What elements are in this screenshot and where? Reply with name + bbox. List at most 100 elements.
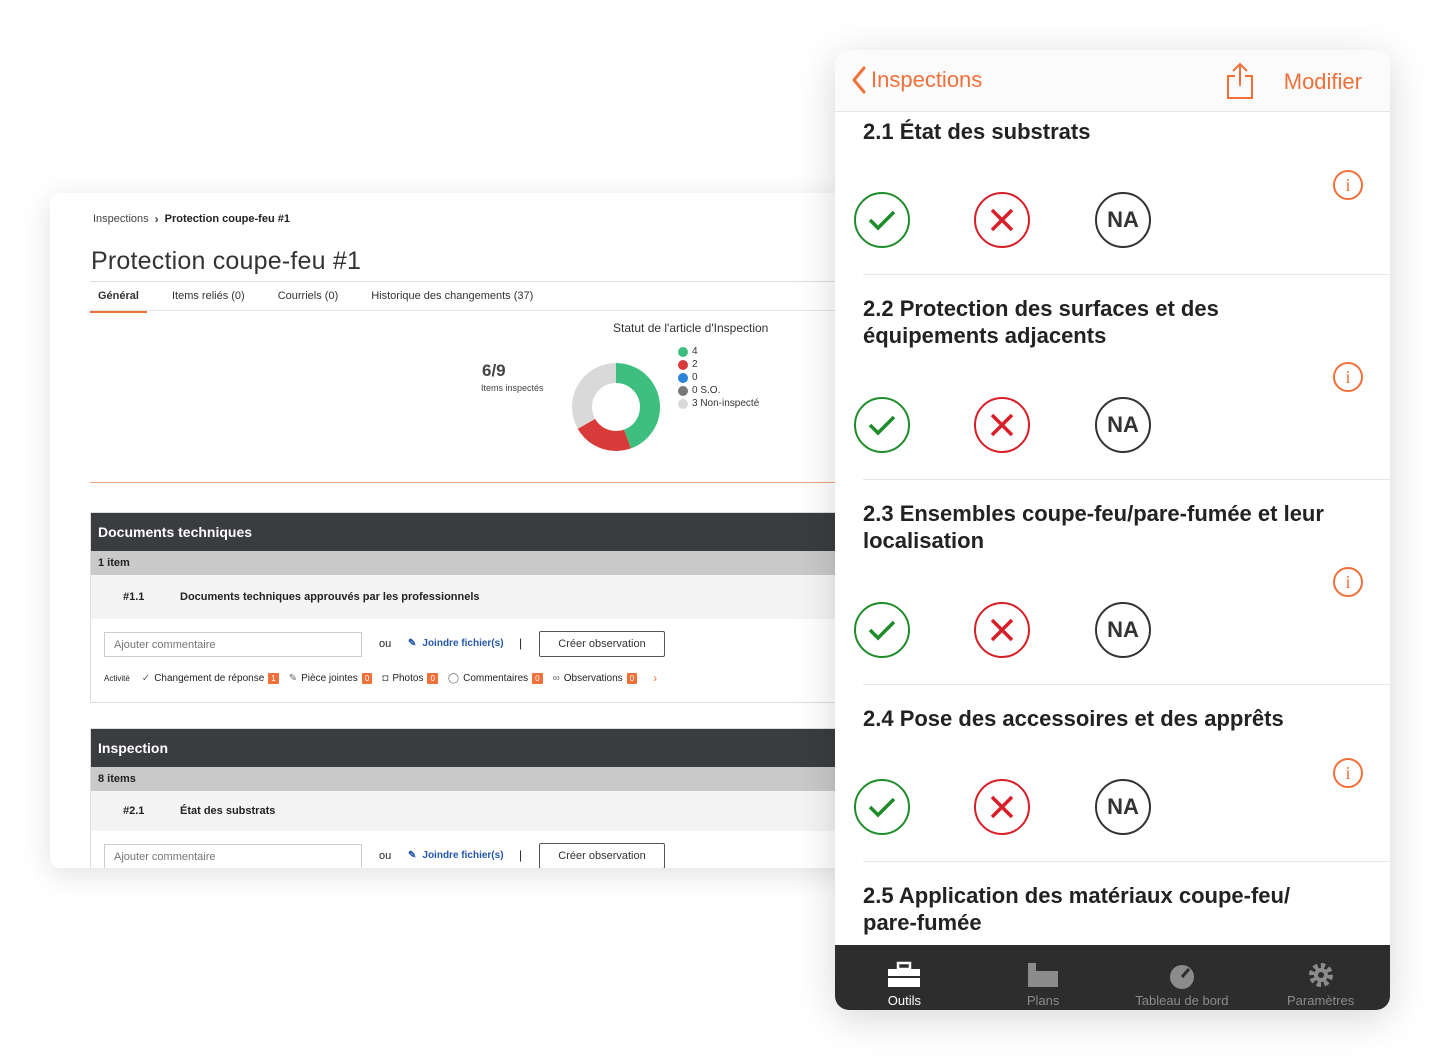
answer-no-button[interactable]	[974, 602, 1030, 658]
answer-yes-button[interactable]	[854, 779, 910, 835]
comment-input[interactable]	[104, 844, 362, 868]
info-icon[interactable]: i	[1333, 362, 1363, 392]
attach-files-link[interactable]: ✎ Joindre fichier(s)	[408, 638, 504, 649]
answer-yes-button[interactable]	[854, 192, 910, 248]
question-title: 2.5 Application des matériaux coupe-feu/…	[863, 883, 1291, 935]
inspected-ratio-label: Items inspectés	[481, 383, 544, 393]
tab-label: Tableau de bord	[1135, 993, 1229, 1008]
activity-item-label: Changement de réponse	[154, 672, 265, 684]
or-label: ou	[379, 638, 392, 650]
question-title: 2.4 Pose des accessoires et des apprêts	[863, 706, 1284, 731]
attach-files-label: Joindre fichier(s)	[422, 850, 504, 861]
separator: |	[519, 636, 523, 650]
answer-no-button[interactable]	[974, 779, 1030, 835]
item-row: #1.1 Documents techniques approuvés par …	[91, 575, 850, 619]
divider	[863, 861, 1390, 862]
cross-icon	[990, 208, 1014, 232]
share-icon[interactable]	[1225, 62, 1255, 100]
tab-label: Outils	[887, 993, 921, 1008]
breadcrumb: Inspections › Protection coupe-feu #1	[93, 212, 290, 226]
divider	[863, 684, 1390, 685]
chevron-right-icon[interactable]: ›	[653, 671, 657, 685]
legend-swatch	[678, 372, 688, 383]
edit-button[interactable]: Modifier	[1284, 69, 1362, 95]
activity-item-label: Commentaires	[463, 672, 529, 684]
activity-attachments[interactable]: ✎ Pièce jointes 0	[288, 672, 373, 684]
or-label: ou	[379, 850, 392, 862]
answer-na-button[interactable]: NA	[1095, 602, 1151, 658]
legend-item: 3 Non-inspecté	[678, 397, 759, 410]
checkmark-icon	[868, 620, 896, 641]
breadcrumb-separator-icon: ›	[154, 212, 159, 226]
breadcrumb-link-inspections[interactable]: Inspections	[93, 213, 149, 225]
divider	[90, 310, 850, 311]
info-icon[interactable]: i	[1333, 170, 1363, 200]
info-icon[interactable]: i	[1333, 567, 1363, 597]
tab-settings[interactable]: Paramètres	[1251, 945, 1390, 1010]
paperclip-icon: ✎	[408, 638, 417, 649]
page-title: Protection coupe-feu #1	[91, 247, 362, 275]
paperclip-icon: ✎	[288, 672, 298, 684]
activity-bar: Activité ✓ Changement de réponse 1 ✎ Pièce …	[104, 671, 657, 685]
item-actions: ou ✎ Joindre fichier(s) | Créer observati…	[91, 831, 850, 868]
checkmark-icon	[868, 415, 896, 436]
bottom-tab-bar: Outils Plans Tableau de bord Paramètres	[835, 945, 1390, 1010]
binoculars-icon: ∞	[552, 672, 560, 684]
activity-item-label: Observations	[563, 672, 623, 684]
create-observation-button[interactable]: Créer observation	[539, 843, 665, 868]
legend-swatch	[678, 398, 688, 409]
activity-item-label: Pièce jointes	[301, 672, 358, 684]
tab-plans[interactable]: Plans	[974, 945, 1113, 1010]
section-header[interactable]: Inspection	[91, 729, 850, 767]
legend-label: 3 Non-inspecté	[692, 398, 760, 409]
divider	[863, 274, 1390, 275]
activity-item-label: Photos	[392, 672, 424, 684]
tab-dashboard[interactable]: Tableau de bord	[1113, 945, 1252, 1010]
desktop-window: Inspections › Protection coupe-feu #1 Pr…	[50, 193, 850, 868]
legend-swatch	[678, 346, 688, 357]
item-row: #2.1 État des substrats	[91, 791, 850, 831]
back-button[interactable]: Inspections	[851, 66, 982, 94]
activity-comments[interactable]: ◯ Commentaires 0	[447, 672, 543, 684]
answer-no-button[interactable]	[974, 397, 1030, 453]
answer-yes-button[interactable]	[854, 602, 910, 658]
legend-label: 2	[692, 359, 698, 370]
cross-icon	[990, 618, 1014, 642]
back-label: Inspections	[871, 67, 983, 92]
legend-label: 0 S.O.	[692, 385, 721, 396]
answer-no-button[interactable]	[974, 192, 1030, 248]
legend-item: 2	[678, 358, 759, 371]
item-label: État des substrats	[180, 805, 276, 817]
activity-photos[interactable]: ◘ Photos 0	[382, 672, 438, 684]
divider	[863, 479, 1390, 480]
count-badge: 0	[361, 672, 373, 684]
comment-input[interactable]	[104, 632, 362, 657]
divider	[90, 281, 850, 282]
tab-label: Plans	[1026, 993, 1060, 1008]
create-observation-button[interactable]: Créer observation	[539, 631, 665, 657]
question-title: 2.2 Protection des surfaces et des équip…	[863, 296, 1219, 348]
toolbox-icon	[888, 961, 921, 987]
attach-files-link[interactable]: ✎ Joindre fichier(s)	[408, 850, 504, 861]
tab-tools[interactable]: Outils	[835, 945, 974, 1010]
legend-label: 0	[692, 372, 698, 383]
comment-icon: ◯	[447, 672, 460, 684]
answer-yes-button[interactable]	[854, 397, 910, 453]
legend-swatch	[678, 385, 688, 396]
cross-icon	[990, 413, 1014, 437]
cross-icon	[990, 795, 1014, 819]
activity-observations[interactable]: ∞ Observations 0	[552, 672, 638, 684]
legend-swatch	[678, 359, 688, 370]
inspected-ratio: 6/9	[482, 361, 506, 380]
question-title: 2.3 Ensembles coupe-feu/pare-fumée et le…	[863, 501, 1324, 553]
legend-label: 4	[692, 346, 698, 357]
answer-na-button[interactable]: NA	[1095, 397, 1151, 453]
activity-answer-changes[interactable]: ✓ Changement de réponse 1	[142, 672, 279, 684]
navigation-bar: Inspections Modifier	[835, 50, 1390, 112]
section-header[interactable]: Documents techniques	[91, 513, 850, 551]
answer-na-button[interactable]: NA	[1095, 192, 1151, 248]
answer-na-button[interactable]: NA	[1095, 779, 1151, 835]
attach-files-label: Joindre fichier(s)	[422, 638, 504, 649]
info-icon[interactable]: i	[1333, 758, 1363, 788]
section-count: 1 item	[91, 551, 850, 575]
